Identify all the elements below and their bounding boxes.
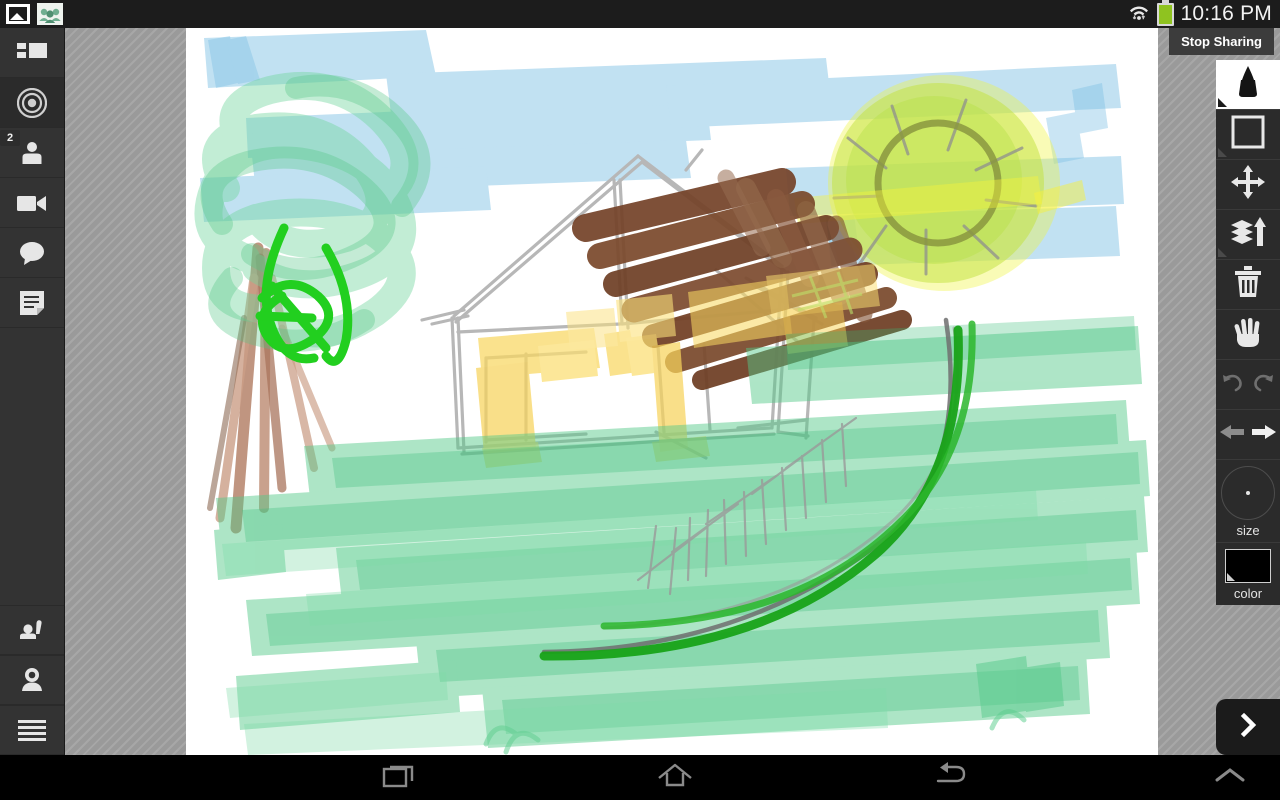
chevron-up-icon (1213, 765, 1247, 790)
color-control[interactable]: color (1216, 543, 1280, 605)
sidebar-item-menu[interactable] (0, 705, 64, 755)
wifi-icon (1128, 1, 1150, 28)
tool-marker[interactable] (1216, 60, 1280, 110)
size-control[interactable]: size (1216, 460, 1280, 543)
color-label: color (1233, 586, 1263, 601)
person-camera-icon (18, 666, 46, 694)
tool-corner-indicator (1218, 98, 1227, 107)
person-icon (18, 139, 46, 167)
workspace-background (64, 28, 1280, 755)
notes-document-icon (19, 290, 45, 316)
undo-icon[interactable] (1220, 371, 1244, 398)
android-nav-bar (0, 755, 1280, 800)
size-dot-indicator (1246, 491, 1250, 495)
undo-redo-row (1216, 360, 1280, 410)
whiteboard-canvas[interactable] (186, 28, 1158, 755)
stop-sharing-button[interactable]: Stop Sharing (1169, 28, 1274, 55)
people-group-icon[interactable] (36, 2, 64, 26)
sidebar-item-layout[interactable] (0, 28, 64, 78)
sidebar-item-participants[interactable]: 2 (0, 128, 64, 178)
sidebar-item-video[interactable] (0, 178, 64, 228)
hamburger-menu-icon (18, 719, 46, 741)
sidebar-item-raise-hand[interactable] (0, 605, 64, 655)
move-arrows-icon (1230, 164, 1266, 205)
nav-back-button[interactable] (910, 755, 990, 800)
app-root: 10:16 PM 2 Stop Sharing size color (0, 0, 1280, 800)
battery-icon (1156, 0, 1174, 26)
status-bar: 10:16 PM (0, 0, 1280, 28)
color-swatch[interactable] (1225, 549, 1271, 583)
status-bar-clock: 10:16 PM (1180, 2, 1272, 25)
sidebar-item-webcam[interactable] (0, 655, 64, 705)
back-icon (932, 761, 968, 794)
redo-icon[interactable] (1252, 371, 1276, 398)
hand-icon (1231, 315, 1265, 354)
layers-arrow-up-icon (1229, 216, 1267, 253)
page-nav-row (1216, 410, 1280, 460)
sidebar-item-record[interactable] (0, 78, 64, 128)
home-icon (656, 761, 694, 794)
sidebar-item-chat[interactable] (0, 228, 64, 278)
video-camera-icon (16, 192, 48, 214)
layout-panels-icon (17, 41, 47, 65)
gallery-icon[interactable] (4, 2, 32, 26)
right-tool-panel: size color (1216, 60, 1280, 605)
nav-home-button[interactable] (635, 755, 715, 800)
color-corner-indicator (1227, 573, 1235, 581)
chevron-right-icon (1238, 712, 1258, 743)
chat-bubble-icon (18, 240, 46, 266)
square-shape-icon (1231, 115, 1265, 154)
participants-badge: 2 (0, 130, 20, 146)
marker-pen-icon (1232, 64, 1264, 105)
left-sidebar: 2 (0, 28, 65, 755)
sidebar-item-notes[interactable] (0, 278, 64, 328)
nav-expand-button[interactable] (1190, 755, 1270, 800)
tool-corner-indicator (1218, 248, 1227, 257)
raise-hand-icon (17, 617, 47, 643)
status-bar-right-icons: 10:16 PM (1128, 0, 1280, 28)
tool-shape[interactable] (1216, 110, 1280, 160)
expand-panel-button[interactable] (1216, 699, 1280, 755)
sidebar-bottom-group (0, 605, 64, 755)
size-circle[interactable] (1221, 466, 1275, 520)
recent-apps-icon (382, 761, 418, 794)
tool-corner-indicator (1218, 148, 1227, 157)
tool-move[interactable] (1216, 160, 1280, 210)
tool-bring-forward[interactable] (1216, 210, 1280, 260)
arrow-right-icon[interactable] (1251, 421, 1277, 448)
trash-icon (1233, 265, 1263, 304)
status-bar-left-icons (0, 2, 64, 26)
arrow-left-icon[interactable] (1219, 421, 1245, 448)
tool-pan[interactable] (1216, 310, 1280, 360)
target-record-icon (17, 87, 47, 118)
nav-recent-apps-button[interactable] (360, 755, 440, 800)
tool-delete[interactable] (1216, 260, 1280, 310)
size-label: size (1236, 523, 1260, 538)
